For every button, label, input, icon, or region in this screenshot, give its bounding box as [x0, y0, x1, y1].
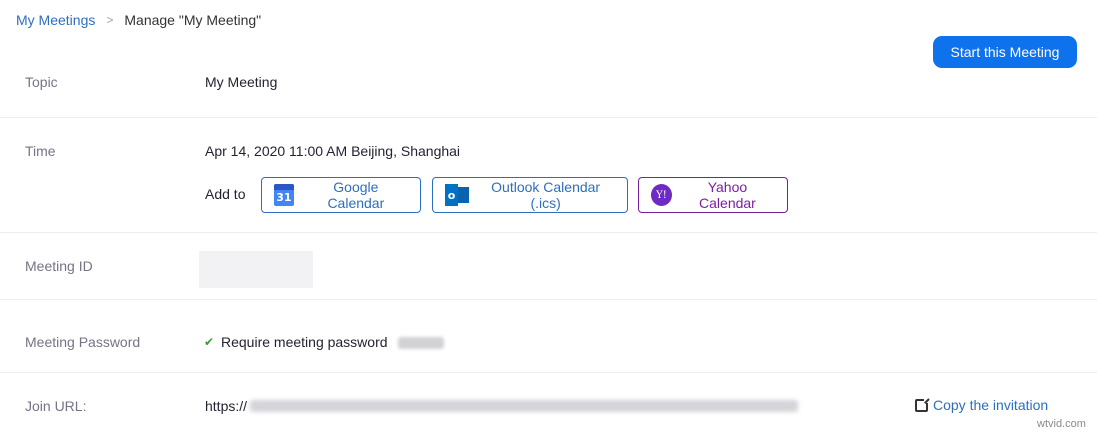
external-link-icon	[915, 396, 930, 412]
meeting-password-label: Meeting Password	[25, 334, 141, 350]
check-icon: ✔	[204, 335, 215, 349]
join-url-redacted	[250, 400, 798, 412]
add-to-label: Add to	[205, 186, 246, 202]
breadcrumb-current: Manage "My Meeting"	[124, 12, 262, 28]
yahoo-icon: Y!	[651, 184, 672, 206]
require-password-text: Require meeting password	[221, 334, 388, 350]
start-meeting-button[interactable]: Start this Meeting	[933, 36, 1077, 68]
outlook-calendar-button[interactable]: o Outlook Calendar (.ics)	[432, 177, 628, 213]
outlook-calendar-label: Outlook Calendar (.ics)	[491, 179, 601, 211]
google-calendar-icon: 31	[274, 184, 294, 206]
join-url-label: Join URL:	[25, 398, 87, 414]
breadcrumb-separator: >	[106, 13, 114, 27]
divider	[0, 299, 1097, 300]
join-url-prefix: https://	[205, 398, 248, 414]
google-calendar-icon-number: 31	[276, 191, 292, 204]
watermark: wtvid.com	[1037, 418, 1086, 430]
meeting-id-redacted	[199, 251, 313, 288]
copy-invitation-label: Copy the invitation	[933, 397, 1049, 413]
password-value-redacted	[398, 337, 444, 349]
meeting-id-label: Meeting ID	[25, 258, 93, 274]
breadcrumb-my-meetings-link[interactable]: My Meetings	[16, 12, 95, 28]
topic-value: My Meeting	[205, 74, 278, 90]
divider	[0, 232, 1097, 233]
google-calendar-button[interactable]: 31 Google Calendar	[261, 177, 421, 213]
yahoo-calendar-button[interactable]: Y! Yahoo Calendar	[638, 177, 788, 213]
outlook-icon: o	[445, 184, 469, 206]
time-value: Apr 14, 2020 11:00 AM Beijing, Shanghai	[205, 143, 461, 159]
time-label: Time	[25, 143, 56, 159]
topic-label: Topic	[25, 74, 58, 90]
divider	[0, 372, 1097, 373]
divider	[0, 117, 1097, 118]
google-calendar-label: Google Calendar	[327, 179, 385, 211]
copy-invitation-link[interactable]: Copy the invitation	[915, 396, 1049, 413]
outlook-icon-letter: o	[445, 184, 458, 206]
breadcrumb: My Meetings > Manage "My Meeting"	[16, 12, 261, 28]
yahoo-calendar-label: Yahoo Calendar	[699, 179, 756, 211]
